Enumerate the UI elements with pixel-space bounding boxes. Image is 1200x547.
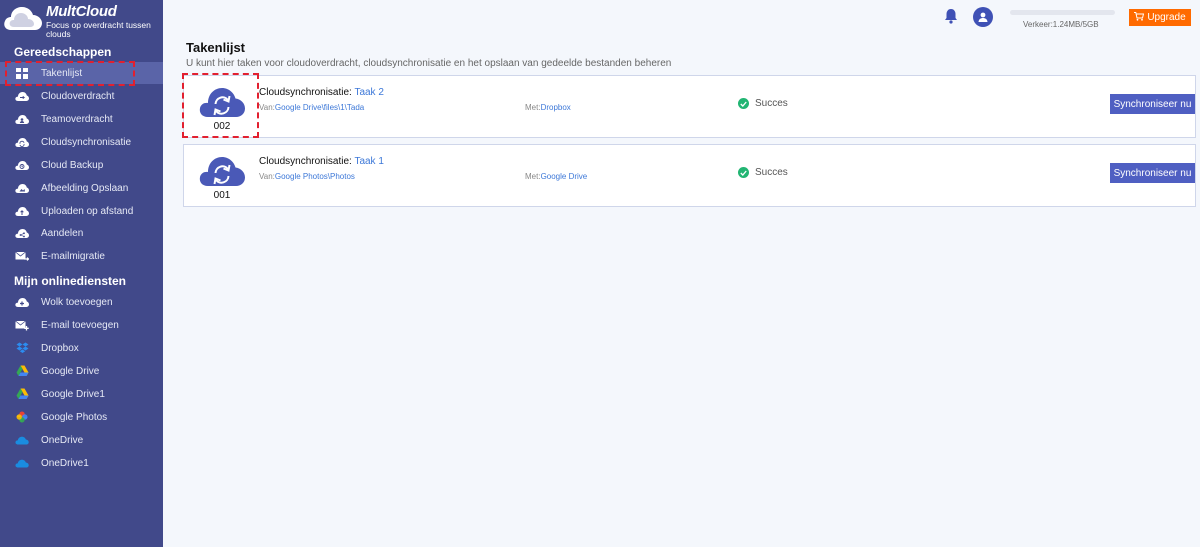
target-label: Met: bbox=[525, 103, 541, 112]
sidebar-item-aandelen[interactable]: Aandelen bbox=[0, 222, 163, 244]
cart-icon bbox=[1134, 11, 1145, 24]
section-title-services: Mijn onlinediensten bbox=[14, 274, 127, 288]
sidebar-item-label: Uploaden op afstand bbox=[41, 205, 134, 217]
page-description: U kunt hier taken voor cloudoverdracht, … bbox=[186, 58, 672, 69]
multcloud-logo-icon bbox=[4, 7, 42, 30]
source-path-link[interactable]: Google Drive\files\1\Tada bbox=[275, 103, 364, 112]
status-text: Succes bbox=[755, 98, 788, 109]
source-label: Van: bbox=[259, 172, 275, 181]
section-title-tools: Gereedschappen bbox=[14, 45, 112, 59]
sidebar-item-label: Cloudoverdracht bbox=[41, 90, 115, 102]
sidebar: MultCloud Focus op overdracht tussen clo… bbox=[0, 0, 163, 547]
target-path-link[interactable]: Google Drive bbox=[541, 172, 588, 181]
traffic-usage-text: Verkeer:1.24MB/5GB bbox=[1023, 20, 1099, 29]
upgrade-button[interactable]: Upgrade bbox=[1129, 9, 1191, 26]
sidebar-item-google-drive[interactable]: Google Drive bbox=[0, 360, 163, 382]
sidebar-item-google-photos[interactable]: Google Photos bbox=[0, 406, 163, 428]
target-path-link[interactable]: Dropbox bbox=[541, 103, 571, 112]
sidebar-item-cloudsynchronisatie[interactable]: Cloudsynchronisatie bbox=[0, 131, 163, 153]
sidebar-item-label: Afbeelding Opslaan bbox=[41, 182, 129, 194]
task-card: 002 Cloudsynchronisatie: Taak 2 Van:Goog… bbox=[183, 75, 1196, 138]
check-circle-icon bbox=[738, 98, 749, 109]
sidebar-item-label: Cloud Backup bbox=[41, 159, 104, 171]
remote-upload-icon bbox=[14, 203, 30, 219]
task-status: Succes bbox=[738, 98, 788, 109]
task-type: Cloudsynchronisatie: bbox=[259, 87, 355, 98]
dropbox-icon bbox=[14, 340, 30, 356]
task-title: Cloudsynchronisatie: Taak 2 bbox=[259, 87, 384, 98]
status-text: Succes bbox=[755, 167, 788, 178]
traffic-progress-bar bbox=[1010, 10, 1115, 15]
upgrade-label: Upgrade bbox=[1147, 12, 1186, 23]
task-name-link[interactable]: Taak 2 bbox=[354, 87, 383, 98]
check-circle-icon bbox=[738, 167, 749, 178]
sidebar-item-dropbox[interactable]: Dropbox bbox=[0, 337, 163, 359]
cloud-sync-icon bbox=[14, 134, 30, 150]
brand-tagline: Focus op overdracht tussen clouds bbox=[46, 20, 151, 39]
brand-name: MultCloud bbox=[46, 3, 117, 20]
sync-now-button[interactable]: Synchroniseer nu bbox=[1110, 163, 1195, 183]
sidebar-item-afbeelding-opslaan[interactable]: Afbeelding Opslaan bbox=[0, 177, 163, 199]
highlight-box-task-icon bbox=[182, 73, 259, 138]
cloud-backup-icon bbox=[14, 157, 30, 173]
target-label: Met: bbox=[525, 172, 541, 181]
onedrive-icon bbox=[14, 432, 30, 448]
sidebar-item-uploaden-op-afstand[interactable]: Uploaden op afstand bbox=[0, 200, 163, 222]
onedrive-icon bbox=[14, 455, 30, 471]
sidebar-item-label: Google Drive bbox=[41, 365, 100, 377]
sidebar-item-e-mailmigratie[interactable]: E-mailmigratie bbox=[0, 245, 163, 267]
task-status: Succes bbox=[738, 167, 788, 178]
sync-now-button[interactable]: Synchroniseer nu bbox=[1110, 94, 1195, 114]
google-drive-icon bbox=[14, 363, 30, 379]
google-photos-icon bbox=[14, 409, 30, 425]
task-number: 001 bbox=[213, 190, 231, 201]
google-drive-icon bbox=[14, 386, 30, 402]
sidebar-item-cloud-backup[interactable]: Cloud Backup bbox=[0, 154, 163, 176]
share-icon bbox=[14, 225, 30, 241]
source-path-link[interactable]: Google Photos\Photos bbox=[275, 172, 355, 181]
add-email-icon bbox=[14, 317, 30, 333]
sidebar-item-e-mail-toevoegen[interactable]: E-mail toevoegen bbox=[0, 314, 163, 336]
avatar[interactable] bbox=[973, 7, 993, 27]
sidebar-item-onedrive1[interactable]: OneDrive1 bbox=[0, 452, 163, 474]
task-source: Van:Google Photos\Photos bbox=[259, 172, 355, 181]
bell-icon[interactable] bbox=[944, 8, 958, 29]
sidebar-item-label: OneDrive bbox=[41, 434, 84, 446]
team-transfer-icon bbox=[14, 111, 30, 127]
sidebar-item-label: Wolk toevoegen bbox=[41, 296, 113, 308]
sidebar-item-cloudoverdracht[interactable]: Cloudoverdracht bbox=[0, 85, 163, 107]
sidebar-item-teamoverdracht[interactable]: Teamoverdracht bbox=[0, 108, 163, 130]
email-migration-icon bbox=[14, 248, 30, 264]
sidebar-item-onedrive[interactable]: OneDrive bbox=[0, 429, 163, 451]
sidebar-item-label: OneDrive1 bbox=[41, 457, 89, 469]
sidebar-item-label: Google Drive1 bbox=[41, 388, 105, 400]
sidebar-item-label: Cloudsynchronisatie bbox=[41, 136, 132, 148]
cloud-sync-icon bbox=[199, 157, 245, 186]
cloud-transfer-icon bbox=[14, 88, 30, 104]
source-label: Van: bbox=[259, 103, 275, 112]
task-target: Met:Google Drive bbox=[525, 172, 587, 181]
brand[interactable]: MultCloud Focus op overdracht tussen clo… bbox=[0, 0, 163, 40]
sidebar-item-label: Aandelen bbox=[41, 227, 84, 239]
sidebar-item-label: Teamoverdracht bbox=[41, 113, 113, 125]
add-cloud-icon bbox=[14, 294, 30, 310]
sidebar-item-wolk-toevoegen[interactable]: Wolk toevoegen bbox=[0, 291, 163, 313]
sidebar-item-label: Dropbox bbox=[41, 342, 79, 354]
sidebar-item-label: Google Photos bbox=[41, 411, 108, 423]
sidebar-item-google-drive1[interactable]: Google Drive1 bbox=[0, 383, 163, 405]
task-target: Met:Dropbox bbox=[525, 103, 571, 112]
task-name-link[interactable]: Taak 1 bbox=[354, 156, 383, 167]
task-title: Cloudsynchronisatie: Taak 1 bbox=[259, 156, 384, 167]
highlight-box-takenlijst bbox=[5, 61, 135, 86]
image-save-icon bbox=[14, 180, 30, 196]
task-type: Cloudsynchronisatie: bbox=[259, 156, 355, 167]
task-card: 001 Cloudsynchronisatie: Taak 1 Van:Goog… bbox=[183, 144, 1196, 207]
user-icon bbox=[978, 12, 988, 22]
sidebar-item-label: E-mail toevoegen bbox=[41, 319, 119, 331]
sidebar-item-label: E-mailmigratie bbox=[41, 250, 105, 262]
task-source: Van:Google Drive\files\1\Tada bbox=[259, 103, 364, 112]
page-title: Takenlijst bbox=[186, 40, 246, 55]
